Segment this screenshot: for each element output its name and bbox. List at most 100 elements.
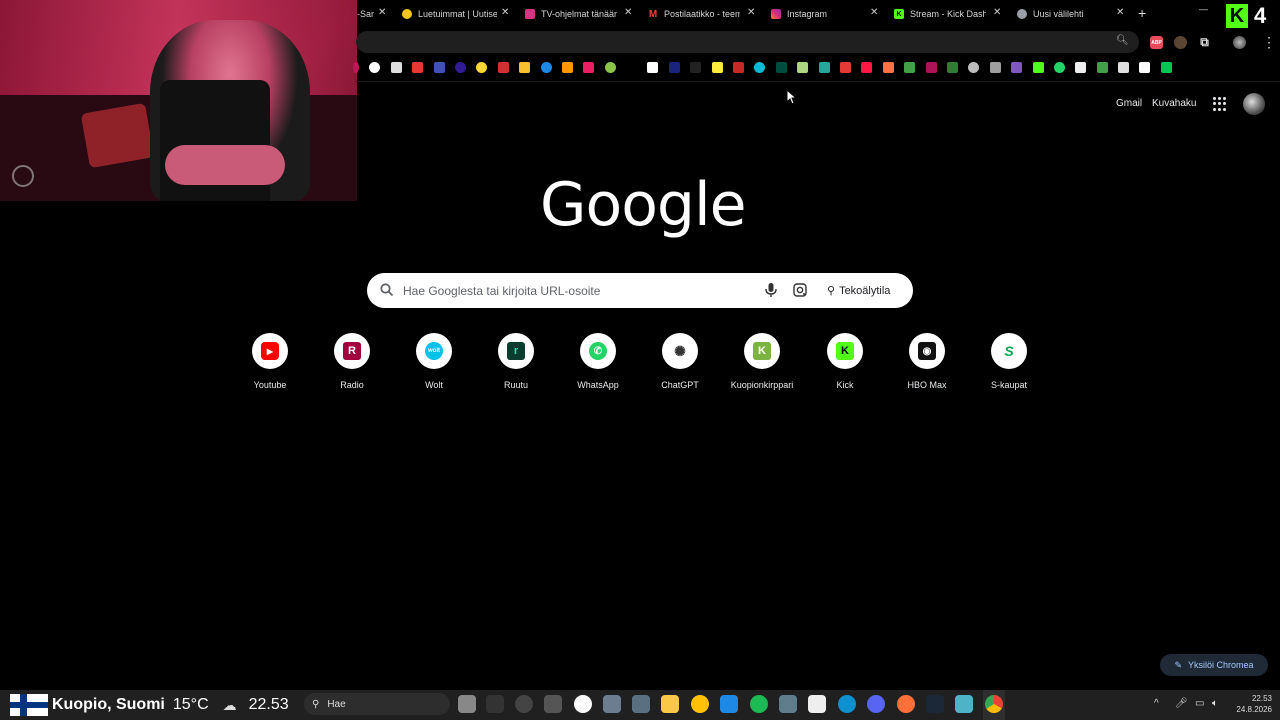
bookmark-icon[interactable] <box>668 61 680 73</box>
tray-chevron-icon[interactable]: ^ <box>1154 698 1159 709</box>
bookmark-icon[interactable] <box>433 61 445 73</box>
images-link[interactable]: Kuvahaku <box>1152 98 1196 109</box>
app-icon[interactable] <box>808 695 826 713</box>
shortcut-kuopionkirppari[interactable]: K Kuopionkirppari <box>725 333 799 390</box>
bookmark-icon[interactable] <box>561 61 573 73</box>
tab-close-icon[interactable]: ✕ <box>378 8 386 18</box>
bookmark-icon[interactable] <box>454 61 466 73</box>
shortcut-ruutu[interactable]: r Ruutu <box>479 333 553 390</box>
account-avatar[interactable] <box>1243 93 1265 115</box>
tab-close-icon[interactable]: ✕ <box>870 8 878 18</box>
bookmark-icon[interactable] <box>925 61 937 73</box>
discord-icon[interactable] <box>867 695 885 713</box>
bookmark-icon[interactable] <box>1096 61 1108 73</box>
shortcut-skaupat[interactable]: S S-kaupat <box>972 333 1046 390</box>
bookmark-icon[interactable] <box>626 61 638 73</box>
volume-tray-icon[interactable]: 🔈︎ <box>1212 698 1218 709</box>
spotify-icon[interactable] <box>750 695 768 713</box>
bookmark-icon[interactable] <box>647 61 659 73</box>
adblock-extension-icon[interactable]: ABP <box>1150 36 1163 49</box>
firefox-icon[interactable] <box>897 695 915 713</box>
bookmark-icon[interactable] <box>390 61 402 73</box>
audio-levels-icon[interactable] <box>486 695 504 713</box>
bookmark-icon[interactable] <box>839 61 851 73</box>
customize-chrome-button[interactable]: ✎ Yksilöi Chromea <box>1160 654 1268 676</box>
shortcut-hbomax[interactable]: ◉ HBO Max <box>890 333 964 390</box>
profile-icon[interactable] <box>1233 36 1246 49</box>
shortcut-wolt[interactable]: wolt Wolt <box>397 333 471 390</box>
search-box[interactable]: ⚲ Tekoälytila <box>367 273 913 308</box>
bookmark-icon[interactable] <box>1011 61 1023 73</box>
calculator-icon[interactable] <box>632 695 650 713</box>
obs-icon[interactable] <box>574 695 592 713</box>
tab-close-icon[interactable]: ✕ <box>993 8 1001 18</box>
bookmark-icon[interactable] <box>733 61 745 73</box>
shortcut-whatsapp[interactable]: ✆ WhatsApp <box>561 333 635 390</box>
display-tray-icon[interactable]: ▭ <box>1195 698 1204 709</box>
app-icon[interactable] <box>779 695 797 713</box>
app-icon[interactable] <box>544 695 562 713</box>
tab-kick-dashboard[interactable]: K Stream - Kick Dashbo <box>894 4 986 24</box>
settings-icon[interactable] <box>603 695 621 713</box>
google-lens-icon[interactable] <box>792 282 808 298</box>
bookmark-icon[interactable] <box>583 61 595 73</box>
bookmark-icon[interactable] <box>519 61 531 73</box>
tab-tv-ohjelmat[interactable]: TV-ohjelmat tänään | <box>525 4 617 24</box>
tab-sar[interactable]: -Sar <box>357 4 375 24</box>
extensions-puzzle-icon[interactable]: ⧉ <box>1198 35 1211 49</box>
shortcut-chatgpt[interactable]: ✺ ChatGPT <box>643 333 717 390</box>
bookmark-icon[interactable] <box>1053 61 1065 73</box>
taskbar-clock[interactable]: 22.53 24.8.2026 <box>1232 693 1272 715</box>
bookmark-icon[interactable] <box>861 61 873 73</box>
tab-close-icon[interactable]: ✕ <box>747 8 755 18</box>
bookmark-icon[interactable] <box>882 61 894 73</box>
shortcut-kick[interactable]: K Kick <box>808 333 882 390</box>
new-tab-button[interactable]: + <box>1138 5 1146 21</box>
bookmark-icon[interactable] <box>968 61 980 73</box>
bookmark-icon[interactable] <box>476 61 488 73</box>
bookmark-icon[interactable] <box>540 61 552 73</box>
bookmark-icon[interactable] <box>797 61 809 73</box>
bookmark-icon[interactable] <box>904 61 916 73</box>
tab-instagram[interactable]: Instagram <box>771 4 861 24</box>
bookmark-icon[interactable] <box>1075 61 1087 73</box>
address-bar[interactable] <box>356 31 1139 53</box>
gmail-link[interactable]: Gmail <box>1116 98 1142 109</box>
bookmark-icon[interactable] <box>690 61 702 73</box>
tab-luetuimmat[interactable]: Luetuimmat | Uutiset <box>402 4 497 24</box>
tab-close-icon[interactable]: ✕ <box>624 8 632 18</box>
bookmark-icon[interactable] <box>775 61 787 73</box>
shortcut-youtube[interactable]: ▶ Youtube <box>233 333 307 390</box>
bookmark-icon[interactable] <box>1160 61 1172 73</box>
bookmark-icon[interactable] <box>1032 61 1044 73</box>
weather-app-icon[interactable] <box>691 695 709 713</box>
steam-icon[interactable] <box>926 695 944 713</box>
bookmark-icon[interactable] <box>412 61 424 73</box>
bookmark-icon[interactable] <box>604 61 616 73</box>
file-explorer-icon[interactable] <box>661 695 679 713</box>
bookmark-icon[interactable] <box>497 61 509 73</box>
bookmark-icon[interactable] <box>946 61 958 73</box>
microphone-tray-icon[interactable]: 🎤︎ <box>1175 698 1188 709</box>
extension-icon[interactable] <box>1174 36 1187 49</box>
google-apps-icon[interactable] <box>1213 97 1227 111</box>
menu-kebab-icon[interactable]: ⋮ <box>1262 34 1276 51</box>
search-input[interactable] <box>403 281 753 301</box>
bookmark-icon[interactable] <box>711 61 723 73</box>
mail-icon[interactable] <box>720 695 738 713</box>
bookmark-icon[interactable] <box>754 61 766 73</box>
app-icon[interactable] <box>515 695 533 713</box>
shortcut-radio[interactable]: R Radio <box>315 333 389 390</box>
taskbar-search[interactable]: ⚲ Hae <box>304 693 450 715</box>
app-icon[interactable] <box>955 695 973 713</box>
bookmark-icon[interactable] <box>353 61 359 73</box>
bookmark-icon[interactable] <box>1139 61 1151 73</box>
tab-postilaatikko[interactable]: M Postilaatikko - teemu <box>648 4 740 24</box>
edge-icon[interactable] <box>838 695 856 713</box>
ai-mode-button[interactable]: ⚲ Tekoälytila <box>819 278 898 303</box>
bookmark-icon[interactable] <box>1118 61 1130 73</box>
tab-close-icon[interactable]: ✕ <box>501 8 509 18</box>
bookmark-icon[interactable] <box>818 61 830 73</box>
minimize-button[interactable]: — <box>1199 4 1208 14</box>
microphone-icon[interactable] <box>764 282 778 298</box>
